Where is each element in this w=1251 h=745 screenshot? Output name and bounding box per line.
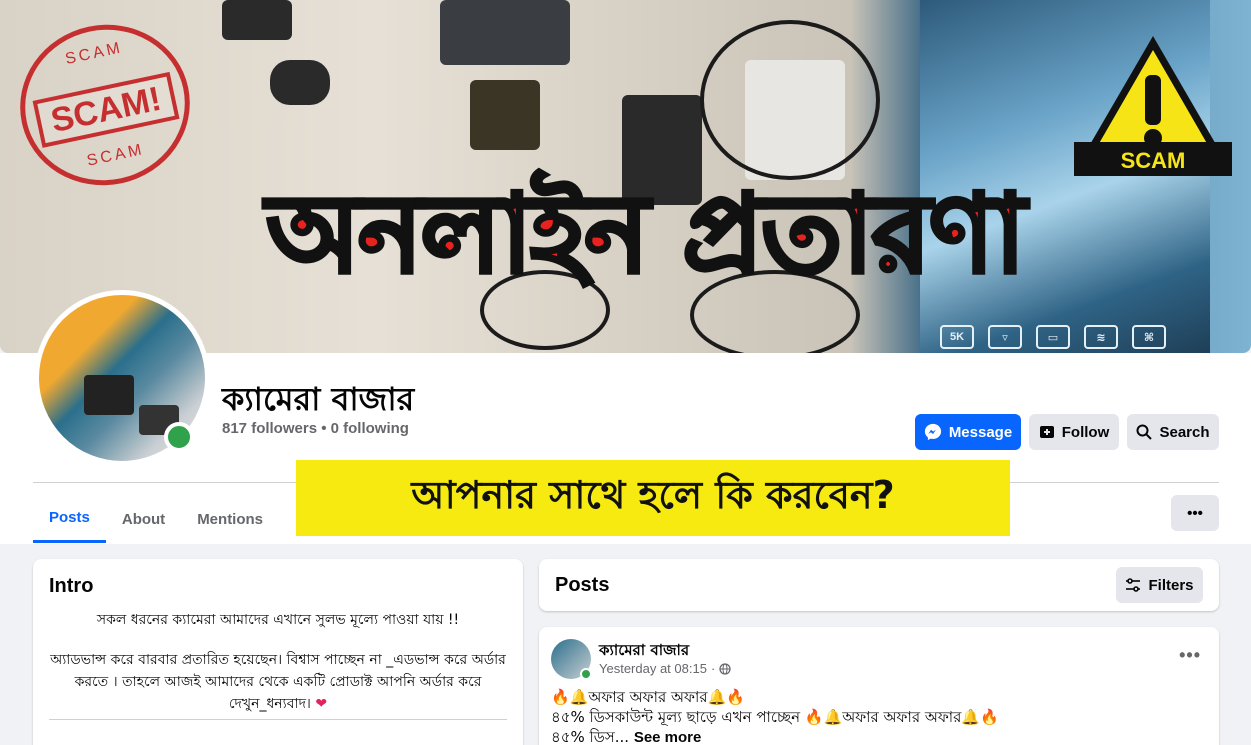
cover-photo[interactable]: 5K ▿ ▭ ≋ ⌘ SCAM SCAM! SCAM SCAM অনলাইন প… xyxy=(0,0,1251,353)
follow-button[interactable]: Follow xyxy=(1029,414,1119,450)
tab-mentions[interactable]: Mentions xyxy=(181,495,279,543)
messenger-icon xyxy=(924,423,941,441)
following-count[interactable]: 0 following xyxy=(331,420,409,437)
follow-label: Follow xyxy=(1061,423,1110,441)
post-line: 🔥🔔অফার অফার অফার🔔🔥 xyxy=(551,688,745,706)
intro-title: Intro xyxy=(49,575,94,597)
message-button[interactable]: Message xyxy=(915,414,1021,450)
feature-icon: ▭ xyxy=(1036,325,1070,349)
battery xyxy=(470,80,540,150)
filters-icon xyxy=(1126,578,1141,592)
intro-bio: সকল ধরনের ক্যামেরা আমাদের এখানে সুলভ মূল… xyxy=(49,609,507,733)
online-status-indicator xyxy=(164,422,194,452)
5k-icon: 5K xyxy=(940,325,974,349)
feature-icon: ⌘ xyxy=(1132,325,1166,349)
more-icon: ••• xyxy=(1187,504,1203,522)
followers-count[interactable]: 817 followers xyxy=(222,420,317,437)
cover-headline: অনলাইন প্রতারণা xyxy=(264,170,1027,299)
feature-icon: ▿ xyxy=(988,325,1022,349)
posts-title: Posts xyxy=(555,574,610,596)
post-card: ক্যামেরা বাজার Yesterday at 08:15 · ••• … xyxy=(539,627,1219,745)
online-status-indicator xyxy=(580,668,592,680)
see-more-link[interactable]: See more xyxy=(634,729,702,745)
search-button[interactable]: Search xyxy=(1127,414,1219,450)
post-options-icon[interactable]: ••• xyxy=(1179,645,1201,666)
posts-header-card: Posts Filters xyxy=(539,559,1219,611)
follow-icon xyxy=(1039,426,1054,438)
tab-about[interactable]: About xyxy=(106,495,181,543)
stamp-main-text: SCAM! xyxy=(32,71,180,148)
search-icon xyxy=(1136,424,1153,440)
profile-tabs: Posts About Mentions R xyxy=(33,495,322,543)
avatar-camera xyxy=(84,375,134,415)
stamp-ring-text: SCAM xyxy=(63,39,125,69)
follower-stats: 817 followers • 0 following xyxy=(222,420,409,437)
wifi-icon: ≋ xyxy=(1084,325,1118,349)
post-body: 🔥🔔অফার অফার অফার🔔🔥 ৪৫% ডিসকাউন্ট মূল্য ছ… xyxy=(551,687,1201,745)
post-line: ৪৫% ডিস... xyxy=(551,728,630,745)
filters-label: Filters xyxy=(1148,576,1194,594)
action-camera xyxy=(440,0,570,65)
stats-separator: • xyxy=(317,420,331,437)
tab-posts[interactable]: Posts xyxy=(33,495,106,543)
search-label: Search xyxy=(1159,423,1210,441)
intro-divider xyxy=(49,719,507,720)
box-feature-icons: 5K ▿ ▭ ≋ ⌘ xyxy=(940,325,1166,349)
more-options-button[interactable]: ••• xyxy=(1171,495,1219,531)
post-time[interactable]: Yesterday at 08:15 xyxy=(599,661,707,676)
message-label: Message xyxy=(948,423,1013,441)
filters-button[interactable]: Filters xyxy=(1116,567,1203,603)
post-timestamp: Yesterday at 08:15 · xyxy=(599,661,731,676)
mount-accessory xyxy=(270,60,330,105)
bio-line: সকল ধরনের ক্যামেরা আমাদের এখানে সুলভ মূল… xyxy=(96,612,460,628)
bio-line: অ্যাডভান্স করে বারবার প্রতারিত হয়েছেন। … xyxy=(50,652,506,712)
globe-icon xyxy=(719,662,731,675)
post-line: ৪৫% ডিসকাউন্ট মূল্য ছাড়ে এখন পাচ্ছেন 🔥🔔… xyxy=(551,708,999,726)
heart-icon: ❤ xyxy=(315,696,328,712)
intro-card: Intro সকল ধরনের ক্যামেরা আমাদের এখানে সু… xyxy=(33,559,523,745)
camera-accessory xyxy=(222,0,292,40)
overlay-banner: আপনার সাথে হলে কি করবেন? xyxy=(296,460,1010,536)
cable xyxy=(700,20,880,180)
time-separator: · xyxy=(710,661,716,676)
